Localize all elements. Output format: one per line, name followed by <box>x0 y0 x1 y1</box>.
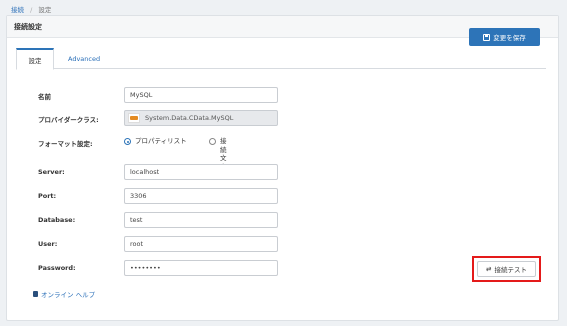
port-label: Port: <box>38 192 57 200</box>
breadcrumb: 接続 / 設定 <box>11 4 51 14</box>
format-option-label: プロパティリスト <box>135 137 187 145</box>
test-button-highlight: ⇄ 接続テスト <box>472 256 541 282</box>
provider-value: System.Data.CData.MySQL <box>145 114 234 122</box>
password-field[interactable]: •••••••• <box>124 260 278 276</box>
user-label: User: <box>38 240 58 248</box>
online-help-label: オンライン ヘルプ <box>41 291 96 299</box>
password-label: Password: <box>38 264 76 272</box>
radio-selected-icon[interactable] <box>124 138 131 145</box>
save-changes-button[interactable]: 変更を保存 <box>469 28 540 46</box>
breadcrumb-separator: / <box>30 6 33 14</box>
save-icon <box>483 33 491 41</box>
swap-arrows-icon: ⇄ <box>486 265 492 273</box>
server-label: Server: <box>38 168 65 176</box>
database-label: Database: <box>38 216 76 224</box>
test-button-label: 接続テスト <box>494 266 527 274</box>
online-help-link[interactable]: オンライン ヘルプ <box>33 289 95 299</box>
name-field[interactable]: MySQL <box>124 87 278 103</box>
breadcrumb-parent-link[interactable]: 接続 <box>11 6 24 14</box>
test-connection-button[interactable]: ⇄ 接続テスト <box>477 261 536 277</box>
book-icon <box>33 291 38 297</box>
save-button-label: 変更を保存 <box>493 34 526 42</box>
tab-advanced[interactable]: Advanced <box>60 48 108 70</box>
provider-label: プロバイダークラス: <box>38 116 99 124</box>
database-field[interactable]: test <box>124 212 278 228</box>
port-field[interactable]: 3306 <box>124 188 278 204</box>
server-field[interactable]: localhost <box>124 164 278 180</box>
radio-unselected-icon[interactable] <box>209 138 216 145</box>
provider-logo-icon <box>128 113 140 123</box>
provider-field: System.Data.CData.MySQL <box>124 110 278 126</box>
name-label: 名前 <box>38 93 51 101</box>
tab-bar: 設定 Advanced <box>16 48 546 70</box>
format-label: フォーマット設定: <box>38 140 93 148</box>
user-field[interactable]: root <box>124 236 278 252</box>
breadcrumb-current: 設定 <box>38 6 52 14</box>
tab-settings[interactable]: 設定 <box>16 48 54 70</box>
